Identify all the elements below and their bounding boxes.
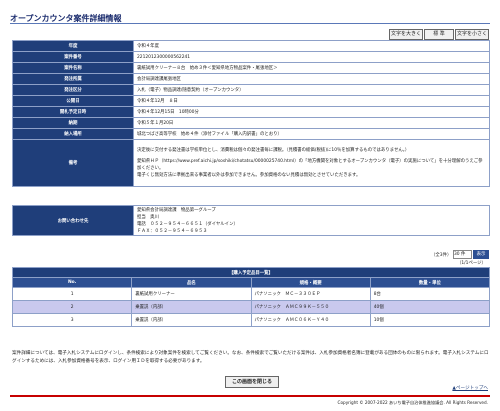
cell-name: 裏紙試用クリーナー	[131, 287, 252, 301]
col-qty: 数量・単位	[369, 277, 491, 288]
per-page-value: 30 件	[454, 252, 466, 257]
label-case-name: 案件名称	[12, 62, 134, 74]
label-delivery-place: 納入場所	[12, 128, 134, 140]
page-top-link[interactable]: ▲ページトップへ	[452, 385, 488, 391]
value-contact: 愛知県会計局調達課 物品第一グループ 担当 奥川 電話 ０５２－９５４－６６５１…	[133, 205, 490, 236]
contact-line: ＦＡＸ：０５２－９５４－６９５３	[137, 228, 208, 234]
value-department: 会計局調達課尾張地区	[133, 73, 490, 85]
title-underline	[10, 23, 490, 24]
cell-no: 2	[11, 300, 133, 314]
items-caption: 【購入予定品目一覧】	[12, 267, 490, 278]
contact-table: お問い合わせ先 愛知県会計局調達課 物品第一グループ 担当 奥川 電話 ０５２－…	[12, 205, 490, 236]
label-order-type: 発注区分	[12, 84, 134, 96]
notice-text: 案件詳細については、電子入札システムにログインし、条件検索により対象案件を検索し…	[12, 351, 489, 364]
cell-qty: 10個	[369, 313, 491, 327]
contact-line: 電話 ０５２－９５４－６６５１（ダイヤルイン）	[137, 221, 238, 227]
value-remarks: 決定後に交付する発注書は学校単位とし、消費税は個々の発注書毎に課税。（見積書の総…	[133, 139, 490, 187]
copyright: Copyright © 2007-2022 あいち電子自治体推進協議会. All…	[337, 400, 488, 405]
label-remarks: 備考	[12, 139, 134, 187]
cell-spec: パナソニック ＭＣ－３３０ＥＰ	[250, 287, 371, 301]
label-department: 発注所属	[12, 73, 134, 85]
col-no: No.	[11, 277, 133, 288]
value-order-type: 入札（電子）物品調達/随意契約（オープンカウンタ）	[133, 84, 490, 96]
label-contact: お問い合わせ先	[12, 205, 134, 236]
remarks-line: 電子くじ無効方法に準拠出来る事業者以外は参加できません。参加資格のない見積は無効…	[137, 173, 361, 178]
cell-spec: パナソニック ＡＭＣ０６Ｋ－Ｙ４０	[250, 313, 371, 327]
close-window-button[interactable]: この画面を閉じる	[225, 376, 279, 388]
font-large-button[interactable]: 文字を大きく	[389, 29, 423, 40]
items-table: 【購入予定品目一覧】 No. 品名 規格・概要 数量・単位 1 裏紙試用クリーナ…	[11, 267, 491, 327]
show-button[interactable]: 表示	[473, 250, 489, 259]
cell-no: 3	[11, 313, 133, 327]
cell-spec: パナソニック ＡＭＣ９９Ｋ－５５０	[250, 300, 371, 314]
value-case-number: 2212012300000562241	[133, 51, 490, 63]
font-small-button[interactable]: 文字を小さく	[455, 29, 489, 40]
table-row: 2 乗置説（内部） パナソニック ＡＭＣ９９Ｋ－５５０ 40個	[11, 300, 491, 314]
page-indicator: （1/1ページ）	[457, 261, 486, 266]
cell-name: 乗置説（内部）	[131, 313, 252, 327]
table-row: 1 裏紙試用クリーナー パナソニック ＭＣ－３３０ＥＰ 8台	[11, 287, 491, 301]
contact-line: 愛知県会計局調達課 物品第一グループ	[137, 207, 216, 213]
per-page-select[interactable]: 30 件	[453, 250, 472, 259]
value-publish-date: 令和４年12月 ８日	[133, 95, 490, 107]
footer-divider	[10, 395, 490, 397]
remarks-line: 愛知県ＨＰ（https://www.pref.aichi.jp/soshiki/…	[137, 159, 483, 171]
label-case-number: 案件番号	[12, 51, 134, 63]
cell-no: 1	[11, 287, 133, 301]
font-standard-button[interactable]: 標 準	[424, 29, 454, 40]
col-spec: 規格・概要	[250, 277, 371, 288]
case-detail-table: 年度 令和４年度 案件番号 2212012300000562241 案件名称 裏紙試用…	[12, 40, 490, 187]
cell-qty: 40個	[369, 300, 491, 314]
value-delivery-date: 令和５年１月20日	[133, 117, 490, 129]
table-row: 3 乗置説（内部） パナソニック ＡＭＣ０６Ｋ－Ｙ４０ 10個	[11, 313, 491, 327]
value-delivery-place: 城北つばさ高等学校 始め４件（添付ファイル「購入内訳書」のとおり）	[133, 128, 490, 140]
contact-line: 担当 奥川	[137, 214, 159, 220]
label-fiscal-year: 年度	[12, 40, 134, 52]
col-name: 品名	[131, 277, 252, 288]
cell-name: 乗置説（内部）	[131, 300, 252, 314]
value-opening-datetime: 令和４年12月15日 10時00分	[133, 106, 490, 118]
label-publish-date: 公開日	[12, 95, 134, 107]
remarks-line: 決定後に交付する発注書は学校単位とし、消費税は個々の発注書毎に課税。（見積書の総…	[137, 148, 410, 153]
value-case-name: 裏紙試用クリーナー８台 始め３件＜愛知県地方物品案件・尾張地区＞	[133, 62, 490, 74]
cell-qty: 8台	[369, 287, 491, 301]
label-delivery-date: 納期	[12, 117, 134, 129]
value-fiscal-year: 令和４年度	[133, 40, 490, 52]
total-count: （全3件）	[431, 253, 452, 258]
label-opening-datetime: 開札予定日時	[12, 106, 134, 118]
